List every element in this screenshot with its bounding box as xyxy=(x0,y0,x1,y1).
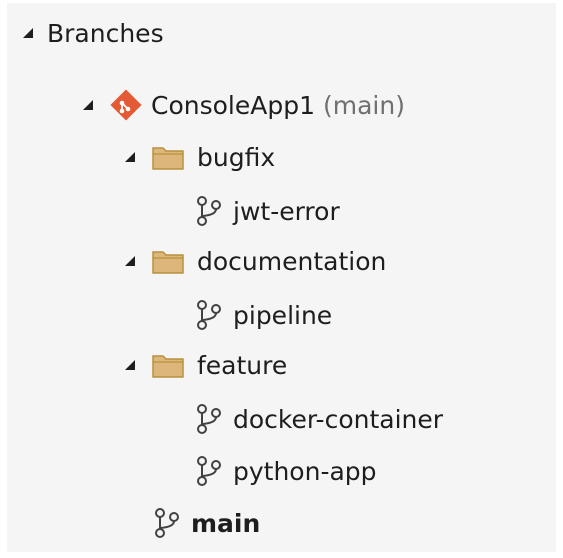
folder-icon xyxy=(151,142,185,172)
expanded-triangle-icon[interactable] xyxy=(121,148,139,166)
git-branch-icon xyxy=(193,402,223,436)
repo-name: ConsoleApp1 xyxy=(151,90,315,120)
branches-section-header[interactable]: Branches xyxy=(19,11,164,55)
branch-item-jwt-error[interactable]: jwt-error xyxy=(193,189,340,233)
expanded-triangle-icon[interactable] xyxy=(19,24,37,42)
branch-label: pipeline xyxy=(233,300,333,330)
branch-label: python-app xyxy=(233,456,377,486)
folder-icon xyxy=(151,246,185,276)
folder-node-feature[interactable]: feature xyxy=(121,343,287,387)
folder-node-bugfix[interactable]: bugfix xyxy=(121,135,275,179)
branches-section-title: Branches xyxy=(47,18,164,48)
branch-label: jwt-error xyxy=(233,196,340,226)
branch-item-docker-container[interactable]: docker-container xyxy=(193,397,443,441)
folder-icon xyxy=(151,350,185,380)
repo-node-consoleapp1[interactable]: ConsoleApp1 (main) xyxy=(79,83,405,127)
git-branch-icon xyxy=(193,298,223,332)
git-branch-icon xyxy=(193,194,223,228)
repo-current-branch: (main) xyxy=(323,90,405,120)
git-branch-icon xyxy=(151,506,181,540)
branch-label-current: main xyxy=(191,508,261,538)
branch-label: docker-container xyxy=(233,404,444,434)
branches-panel: Branches ConsoleApp1 (main) bugfix jwt-e… xyxy=(7,3,556,552)
expanded-triangle-icon[interactable] xyxy=(121,356,139,374)
git-branch-icon xyxy=(193,454,223,488)
branch-item-pipeline[interactable]: pipeline xyxy=(193,293,332,337)
expanded-triangle-icon[interactable] xyxy=(79,96,97,114)
git-repo-diamond-icon xyxy=(109,88,143,122)
branch-item-python-app[interactable]: python-app xyxy=(193,449,377,493)
expanded-triangle-icon[interactable] xyxy=(121,252,139,270)
folder-label: documentation xyxy=(197,246,387,276)
folder-label: feature xyxy=(197,350,288,380)
branch-item-main[interactable]: main xyxy=(151,501,260,545)
folder-label: bugfix xyxy=(197,142,276,172)
folder-node-documentation[interactable]: documentation xyxy=(121,239,386,283)
